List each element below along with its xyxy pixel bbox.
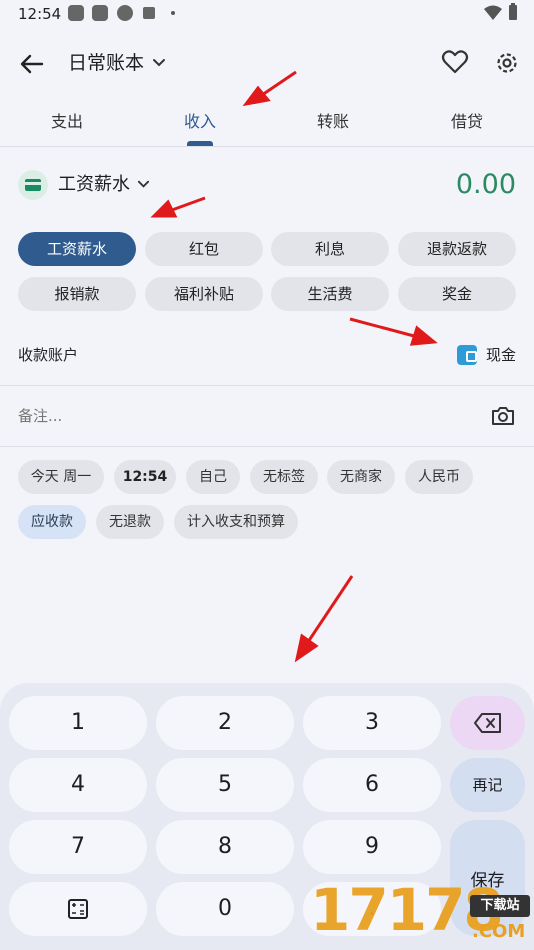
watermark-suffix: .COM	[472, 921, 526, 942]
annotation-arrow	[349, 317, 415, 338]
annotation-arrows	[150, 70, 438, 663]
annotation-arrow	[306, 575, 354, 643]
annotation-arrowhead	[294, 633, 319, 663]
annotation-arrowhead	[409, 325, 438, 346]
watermark-tag: 下载站	[470, 895, 530, 917]
annotation-arrowhead	[150, 199, 178, 218]
annotation-arrowhead	[242, 85, 271, 107]
annotation-arrow	[261, 70, 297, 97]
annotation-arrow	[171, 196, 206, 212]
